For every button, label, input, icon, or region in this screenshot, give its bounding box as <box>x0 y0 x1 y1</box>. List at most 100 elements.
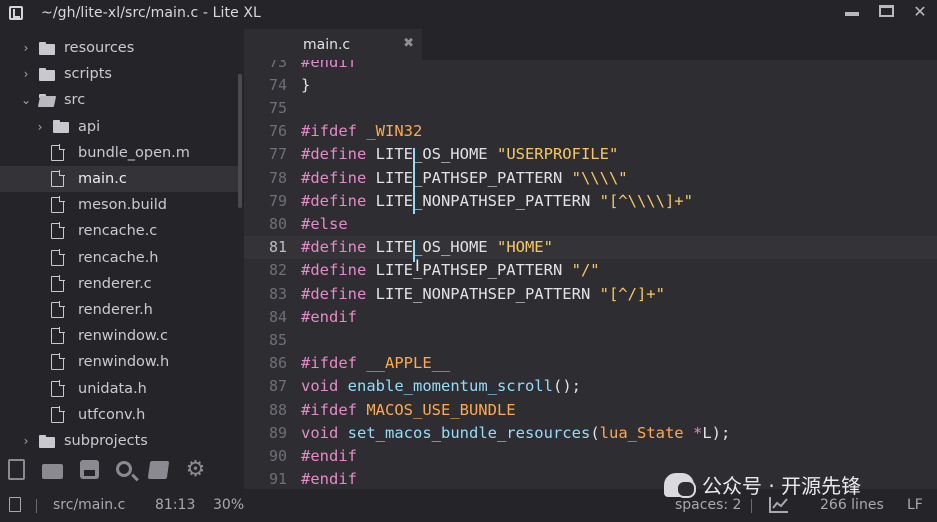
line-number: 79 <box>268 191 287 210</box>
code-token: lua_State <box>599 423 693 442</box>
sidebar-item-renderer-h[interactable]: renderer.h <box>0 297 240 323</box>
code-token: #endif <box>301 446 357 465</box>
code-token: void <box>301 423 348 442</box>
code-line[interactable]: 74} <box>244 73 937 96</box>
code-text: #define LITE_PATHSEP_PATTERN "/" <box>301 261 600 279</box>
code-token: LITE_OS_HOME <box>375 238 497 257</box>
maximize-button[interactable] <box>869 0 903 22</box>
code-text: #ifdef _WIN32 <box>301 122 422 140</box>
code-token: #define <box>301 191 376 210</box>
code-line[interactable]: 88 #ifdef MACOS_USE_BUNDLE <box>244 398 937 421</box>
code-text: void set_macos_bundle_resources(lua_Stat… <box>301 424 730 442</box>
sidebar-item-unidata-h[interactable]: unidata.h <box>0 376 240 402</box>
sidebar-item-subprojects[interactable]: › subprojects <box>0 428 240 454</box>
code-token: (); <box>552 377 581 396</box>
code-text: #define LITE_OS_HOME "HOME" <box>301 238 553 256</box>
tab-close-icon[interactable]: ✖ <box>403 36 414 51</box>
code-token: "\\\\" <box>571 168 628 187</box>
sidebar-item-bundle-open-m[interactable]: bundle_open.m <box>0 140 240 166</box>
file-icon <box>51 222 65 240</box>
code-token: enable_momentum_scroll <box>347 377 553 396</box>
code-token: MACOS_USE_BUNDLE <box>366 400 516 419</box>
code-text: #endif <box>301 60 357 71</box>
status-indent[interactable]: spaces: 2 <box>675 497 741 513</box>
status-line-ending[interactable]: LF <box>907 497 923 513</box>
folder-open-icon <box>39 93 55 107</box>
close-window-button[interactable]: ✕ <box>903 0 937 22</box>
line-number: 90 <box>268 446 287 465</box>
sidebar-item-renwindow-c[interactable]: renwindow.c <box>0 323 240 349</box>
sidebar-item-renderer-c[interactable]: renderer.c <box>0 271 240 297</box>
settings-gear-icon[interactable]: ⚙ <box>185 458 206 480</box>
sidebar-item-label: renderer.c <box>78 275 152 292</box>
code-token: #ifdef <box>301 400 367 419</box>
file-tree-sidebar: › resources › scripts ⌄ src › api bundle_open.m m… <box>0 26 244 489</box>
chevron-right-icon: › <box>23 41 29 55</box>
sidebar-item-resources[interactable]: › resources <box>0 35 240 61</box>
code-token: #else <box>301 214 348 233</box>
minimize-button[interactable] <box>835 0 869 22</box>
code-token: "USERPROFILE" <box>496 145 619 164</box>
sidebar-toolbar: ⚙ <box>0 454 244 484</box>
line-number: 86 <box>268 354 287 373</box>
sidebar-item-src[interactable]: ⌄ src <box>0 87 240 113</box>
line-number: 77 <box>268 145 287 164</box>
sidebar-item-utfconv-h[interactable]: utfconv.h <box>0 402 240 428</box>
code-line[interactable]: 89 void set_macos_bundle_resources(lua_St… <box>244 421 937 444</box>
code-line[interactable]: 84 #endif <box>244 305 937 328</box>
line-number: 91 <box>268 470 287 489</box>
code-line[interactable]: 78 #define LITE_PATHSEP_PATTERN "\\\\" <box>244 166 937 189</box>
code-token: LITE_NONPATHSEP_PATTERN <box>375 191 600 210</box>
code-token: void <box>301 377 348 396</box>
file-icon <box>51 379 65 397</box>
line-number: 88 <box>268 400 287 419</box>
sidebar-item-label: main.c <box>78 171 127 187</box>
folder-icon <box>53 120 69 134</box>
sidebar-item-rencache-h[interactable]: rencache.h <box>0 245 240 271</box>
save-icon[interactable] <box>80 459 99 479</box>
line-number: 87 <box>268 377 287 396</box>
status-cursor-position[interactable]: 81:13 <box>155 497 195 513</box>
code-line[interactable]: 82 #define LITE_PATHSEP_PATTERN "/" <box>244 259 937 282</box>
sidebar-item-label: renderer.h <box>78 302 153 318</box>
sidebar-item-label: api <box>78 118 101 135</box>
sidebar-item-rencache-c[interactable]: rencache.c <box>0 218 240 244</box>
code-line[interactable]: 86 #ifdef __APPLE__ <box>244 352 937 375</box>
sidebar-item-label: scripts <box>64 66 112 83</box>
line-number: 85 <box>268 330 287 349</box>
code-line[interactable]: 75 <box>244 96 937 119</box>
code-line[interactable]: 76 #ifdef _WIN32 <box>244 120 937 143</box>
search-icon[interactable] <box>116 461 132 477</box>
code-line[interactable]: 73 #endif <box>244 60 937 73</box>
sidebar-item-main-c[interactable]: main.c <box>0 166 240 192</box>
code-token: "/" <box>571 261 600 280</box>
sidebar-item-scripts[interactable]: › scripts <box>0 61 240 87</box>
chevron-right-icon: › <box>37 119 43 134</box>
title-bar: ~/gh/lite-xl/src/main.c - Lite XL ✕ <box>0 0 937 26</box>
book-icon[interactable] <box>147 461 170 479</box>
maximize-icon <box>878 5 894 17</box>
sidebar-item-renwindow-h[interactable]: renwindow.h <box>0 349 240 375</box>
line-number: 73 <box>268 60 287 71</box>
code-line[interactable]: 80 #else <box>244 212 937 235</box>
code-line[interactable]: 81 #define LITE_OS_HOME "HOME" <box>244 235 937 259</box>
file-icon <box>51 170 65 187</box>
sidebar-scrollbar[interactable] <box>238 74 242 208</box>
sidebar-item-meson-build[interactable]: meson.build <box>0 192 240 218</box>
tab-main-c[interactable]: main.c ✖ <box>244 29 422 60</box>
code-editor[interactable]: 91 #endif 90 #endif 89 void set_macos_bundle_… <box>244 60 937 489</box>
code-line[interactable]: 83 #define LITE_NONPATHSEP_PATTERN "[^/]+… <box>244 282 937 305</box>
code-line[interactable]: 77 #define LITE_OS_HOME "USERPROFILE" <box>244 143 937 166</box>
code-line[interactable]: 85 <box>244 328 937 351</box>
open-folder-icon[interactable] <box>42 463 63 479</box>
code-line[interactable]: 79 #define LITE_NONPATHSEP_PATTERN "[^\\\… <box>244 189 937 212</box>
status-file-path[interactable]: src/main.c <box>53 497 125 513</box>
new-file-icon[interactable] <box>8 458 25 480</box>
mouse-ibeam-icon: I <box>415 256 420 275</box>
code-line[interactable]: 87 void enable_momentum_scroll(); <box>244 375 937 398</box>
sidebar-item-label: src <box>64 92 86 109</box>
file-icon <box>51 248 65 266</box>
code-line[interactable]: 90 #endif <box>244 444 937 467</box>
status-line-count: 266 lines <box>820 497 884 513</box>
sidebar-item-api[interactable]: › api <box>0 114 240 140</box>
